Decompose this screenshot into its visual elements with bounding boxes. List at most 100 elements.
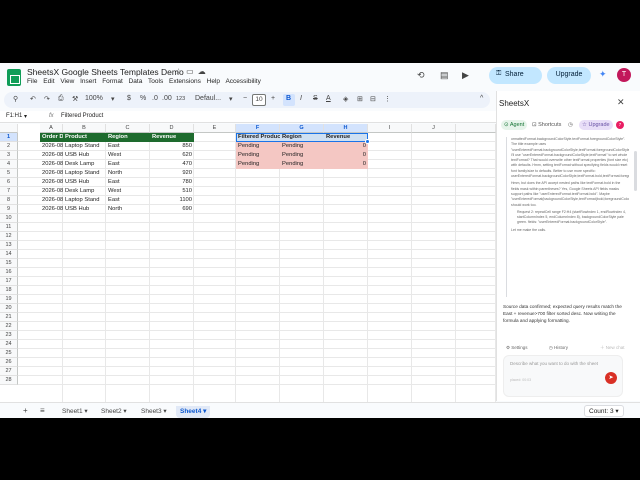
row-header-13[interactable]: 13 bbox=[0, 241, 18, 250]
column-header-f[interactable]: F bbox=[236, 124, 280, 133]
settings-button[interactable]: ⚙ Settings bbox=[506, 345, 538, 350]
row-header-14[interactable]: 14 bbox=[0, 250, 18, 259]
close-icon[interactable]: ✕ bbox=[617, 97, 625, 108]
paint-format-icon[interactable]: ⚒ bbox=[72, 95, 78, 103]
gemini-icon[interactable]: ✦ bbox=[599, 69, 607, 80]
row-header-3[interactable]: 3 bbox=[0, 151, 18, 160]
filter-result-cell[interactable]: Pending bbox=[236, 160, 280, 169]
decrease-font-size-button[interactable]: − bbox=[243, 95, 247, 102]
search-menus-icon[interactable]: ⚲ bbox=[13, 95, 18, 103]
document-title[interactable]: SheetsX Google Sheets Templates Demo bbox=[27, 67, 184, 77]
row-header-1[interactable]: 1 bbox=[0, 133, 18, 142]
filter-result-cell[interactable]: Pending bbox=[280, 151, 324, 160]
data-cell[interactable]: 620 bbox=[150, 151, 194, 160]
data-cell[interactable]: 2026-08-06 bbox=[40, 187, 63, 196]
share-button[interactable]: ⚿ Share bbox=[489, 67, 542, 84]
data-cell[interactable]: 2026-08-04 bbox=[40, 169, 63, 178]
data-cell[interactable]: 510 bbox=[150, 187, 194, 196]
merge-cells-icon[interactable]: ⊟ bbox=[370, 95, 376, 103]
collapse-menu-icon[interactable]: ^ bbox=[480, 95, 483, 102]
row-header-6[interactable]: 6 bbox=[0, 178, 18, 187]
upgrade-button[interactable]: Upgrade bbox=[547, 67, 591, 84]
menu-accessibility[interactable]: Accessibility bbox=[225, 78, 260, 85]
data-header-cell[interactable]: Product bbox=[63, 133, 106, 142]
history-button[interactable]: ◷ History bbox=[549, 345, 578, 350]
row-header-21[interactable]: 21 bbox=[0, 313, 18, 322]
menu-format[interactable]: Format bbox=[102, 78, 123, 85]
all-sheets-icon[interactable]: ≡ bbox=[40, 406, 45, 415]
row-header-17[interactable]: 17 bbox=[0, 277, 18, 286]
panel-scrollbar[interactable] bbox=[634, 151, 637, 191]
bold-button[interactable]: B bbox=[286, 95, 291, 102]
fill-handle[interactable] bbox=[365, 139, 370, 144]
data-cell[interactable]: 2026-08-08 bbox=[40, 205, 63, 214]
font-select[interactable]: Defaul... bbox=[195, 95, 221, 102]
currency-format-button[interactable]: $ bbox=[127, 95, 131, 102]
data-cell[interactable]: USB Hub bbox=[63, 151, 106, 160]
print-icon[interactable]: ⎙ bbox=[58, 95, 64, 103]
increase-font-size-button[interactable]: + bbox=[271, 95, 275, 102]
increase-decimal-button[interactable]: .00 bbox=[162, 95, 172, 102]
menu-insert[interactable]: Insert bbox=[80, 78, 96, 85]
clock-icon[interactable]: ◷ bbox=[565, 120, 576, 130]
column-header-j[interactable]: J bbox=[412, 124, 456, 133]
data-cell[interactable]: Laptop Stand bbox=[63, 196, 106, 205]
row-header-7[interactable]: 7 bbox=[0, 187, 18, 196]
column-header-i[interactable]: I bbox=[368, 124, 412, 133]
percent-format-button[interactable]: % bbox=[140, 95, 146, 102]
redo-icon[interactable]: ↷ bbox=[44, 95, 50, 103]
number-format-button[interactable]: 123 bbox=[176, 96, 185, 102]
data-cell[interactable]: 470 bbox=[150, 160, 194, 169]
data-cell[interactable]: North bbox=[106, 205, 150, 214]
menu-tools[interactable]: Tools bbox=[148, 78, 163, 85]
data-cell[interactable]: East bbox=[106, 160, 150, 169]
new-chat-button[interactable]: ＋ New chat bbox=[600, 345, 625, 351]
menu-edit[interactable]: Edit bbox=[43, 78, 54, 85]
row-header-22[interactable]: 22 bbox=[0, 322, 18, 331]
data-cell[interactable]: East bbox=[106, 178, 150, 187]
data-cell[interactable]: Laptop Stand bbox=[63, 142, 106, 151]
italic-button[interactable]: I bbox=[300, 95, 302, 102]
send-icon[interactable]: ➤ bbox=[605, 372, 617, 384]
filter-result-cell[interactable]: Pending bbox=[280, 142, 324, 151]
data-cell[interactable]: 850 bbox=[150, 142, 194, 151]
borders-icon[interactable]: ⊞ bbox=[357, 95, 363, 103]
data-cell[interactable]: 780 bbox=[150, 178, 194, 187]
name-box[interactable]: F1:H1 bbox=[6, 113, 22, 119]
spreadsheet-grid[interactable]: A B C D E F G H I J 1 2 3 4 5 6 7 8 9 10 11 12 13 14 15 16 17 18 19 2… bbox=[0, 124, 496, 404]
row-header-10[interactable]: 10 bbox=[0, 214, 18, 223]
data-cell[interactable]: Desk Lamp bbox=[63, 187, 106, 196]
comments-icon[interactable]: ▤ bbox=[440, 70, 449, 81]
data-cell[interactable]: West bbox=[106, 151, 150, 160]
meet-icon[interactable]: ▶ bbox=[462, 70, 469, 81]
column-header-b[interactable]: B bbox=[63, 124, 106, 133]
add-sheet-icon[interactable]: + bbox=[23, 406, 28, 415]
tab-shortcuts[interactable]: ⊡ Shortcuts bbox=[529, 120, 564, 130]
row-header-5[interactable]: 5 bbox=[0, 169, 18, 178]
column-header-a[interactable]: A bbox=[40, 124, 63, 133]
count-summary[interactable]: Count: 3 ▾ bbox=[584, 405, 624, 417]
row-header-15[interactable]: 15 bbox=[0, 259, 18, 268]
data-cell[interactable]: 2026-08-01 bbox=[40, 142, 63, 151]
column-header-d[interactable]: D bbox=[150, 124, 194, 133]
data-cell[interactable]: 920 bbox=[150, 169, 194, 178]
star-icon[interactable]: ☆ bbox=[175, 67, 186, 76]
menu-file[interactable]: File bbox=[27, 78, 37, 85]
sheet-tab-4-active[interactable]: Sheet4 ▾ bbox=[176, 406, 211, 418]
formula-input[interactable]: Filtered Product bbox=[61, 113, 103, 119]
data-cell[interactable]: Laptop Stand bbox=[63, 169, 106, 178]
menu-extensions[interactable]: Extensions bbox=[169, 78, 201, 85]
sheet-tab-2[interactable]: Sheet2 ▾ bbox=[97, 406, 131, 418]
strikethrough-button[interactable]: S bbox=[313, 95, 318, 102]
row-header-12[interactable]: 12 bbox=[0, 232, 18, 241]
data-cell[interactable]: 2026-08-03 bbox=[40, 160, 63, 169]
sheets-logo-icon[interactable] bbox=[7, 69, 21, 86]
chat-input-box[interactable]: Describe what you want to do with the sh… bbox=[503, 355, 623, 397]
font-size-input[interactable]: 10 bbox=[252, 94, 266, 106]
data-cell[interactable]: USB Hub bbox=[63, 205, 106, 214]
column-header-c[interactable]: C bbox=[106, 124, 150, 133]
data-cell[interactable]: East bbox=[106, 142, 150, 151]
row-header-28[interactable]: 28 bbox=[0, 376, 18, 385]
row-header-24[interactable]: 24 bbox=[0, 340, 18, 349]
row-header-2[interactable]: 2 bbox=[0, 142, 18, 151]
